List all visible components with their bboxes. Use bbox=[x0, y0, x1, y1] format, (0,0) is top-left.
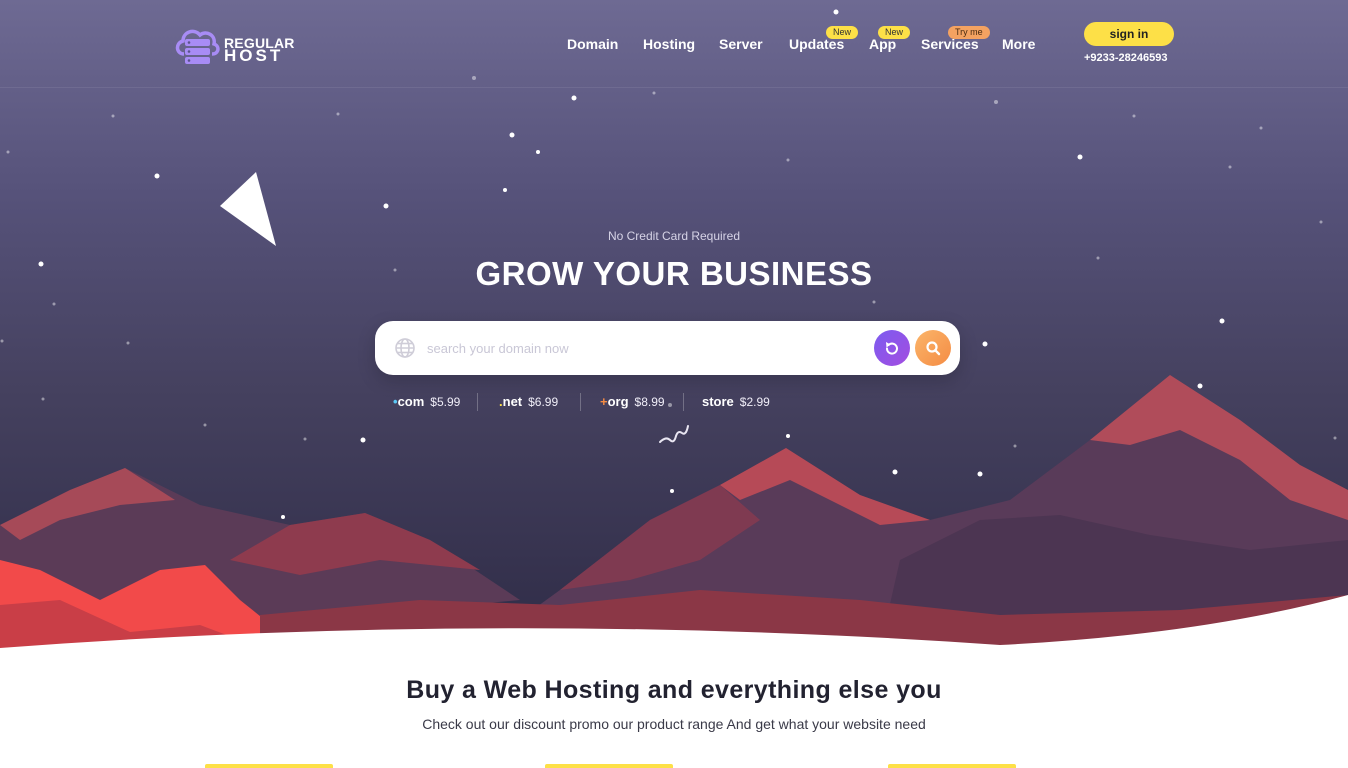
section-subtitle: Check out our discount promo our product… bbox=[422, 716, 926, 732]
tld-com[interactable]: •com $5.99 bbox=[393, 393, 460, 413]
nav-label: Domain bbox=[567, 36, 619, 52]
squiggle-decoration bbox=[659, 425, 689, 443]
tld-extension: net bbox=[502, 394, 523, 409]
tld-label: •com bbox=[393, 394, 424, 409]
new-badge: New bbox=[878, 26, 911, 39]
hero-eyebrow: No Credit Card Required bbox=[607, 229, 741, 243]
tld-prefix: + bbox=[600, 394, 608, 409]
tld-divider bbox=[477, 393, 478, 411]
section-title: Buy a Web Hosting and everything else yo… bbox=[406, 676, 942, 704]
nav-item-domain[interactable]: Domain bbox=[567, 36, 618, 52]
phone-number[interactable]: +9233-28246593 bbox=[1084, 52, 1168, 64]
pricing-card-top bbox=[545, 764, 673, 768]
site-logo[interactable]: REGULAR HOST bbox=[174, 24, 304, 66]
pricing-card-top bbox=[205, 764, 333, 768]
sign-in-button[interactable]: sign in bbox=[1084, 22, 1174, 46]
nav-item-server[interactable]: Server bbox=[719, 36, 763, 52]
try-me-badge: Try me bbox=[948, 26, 990, 39]
domain-search-box bbox=[375, 321, 960, 375]
tld-label: store bbox=[702, 394, 734, 409]
tld-net[interactable]: .net $6.99 bbox=[499, 393, 558, 413]
tld-divider bbox=[580, 393, 581, 411]
search-button[interactable] bbox=[915, 330, 951, 366]
nav-label: Server bbox=[719, 36, 763, 52]
tld-store[interactable]: store $2.99 bbox=[702, 393, 770, 413]
nav-item-updates[interactable]: Updates New bbox=[789, 26, 859, 52]
nav-label: More bbox=[1002, 36, 1036, 52]
top-navigation-bar: REGULAR HOST Domain Hosting Server Updat… bbox=[0, 0, 1348, 88]
cloud-server-icon bbox=[175, 29, 220, 64]
globe-icon bbox=[395, 338, 415, 358]
pricing-card-top bbox=[888, 764, 1016, 768]
tld-label: +org bbox=[600, 394, 629, 409]
search-icon bbox=[926, 341, 941, 356]
new-badge: New bbox=[826, 26, 859, 39]
reset-search-button[interactable] bbox=[874, 330, 910, 366]
tld-price: $5.99 bbox=[430, 395, 461, 409]
tld-price: $6.99 bbox=[528, 395, 559, 409]
mountain-landscape bbox=[0, 375, 1348, 648]
domain-search-input[interactable] bbox=[427, 335, 867, 361]
tld-extension: com bbox=[397, 394, 425, 409]
tld-divider bbox=[683, 393, 684, 411]
nav-item-services[interactable]: Services Try me bbox=[921, 26, 990, 52]
tld-price: $8.99 bbox=[634, 395, 665, 409]
tld-price: $2.99 bbox=[739, 395, 770, 409]
tld-org[interactable]: +org $8.99 bbox=[600, 393, 665, 413]
refresh-icon bbox=[885, 342, 898, 355]
logo-wordmark-bottom: HOST bbox=[224, 46, 284, 65]
nav-item-app[interactable]: App New bbox=[869, 26, 911, 52]
tld-extension: org bbox=[607, 394, 629, 409]
nav-item-hosting[interactable]: Hosting bbox=[643, 36, 695, 52]
hero-headline: GROW YOUR BUSINESS bbox=[475, 255, 873, 292]
tld-extension: store bbox=[702, 394, 734, 409]
tld-label: .net bbox=[499, 394, 522, 409]
nav-label: Hosting bbox=[643, 36, 696, 52]
nav-item-more[interactable]: More bbox=[1002, 36, 1035, 52]
